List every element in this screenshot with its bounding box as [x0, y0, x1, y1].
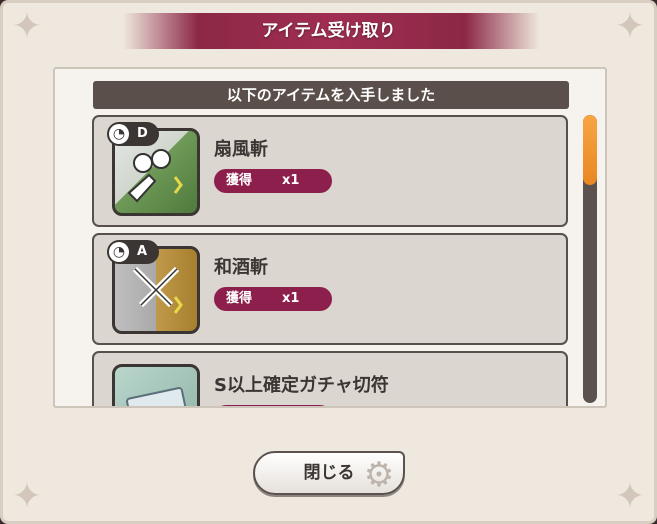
scrollbar-thumb[interactable]: [583, 115, 597, 185]
received-header: 以下のアイテムを入手しました: [93, 81, 569, 109]
item-name: 扇風斬: [214, 139, 268, 160]
item-name: 和酒斬: [214, 257, 268, 278]
close-button[interactable]: 閉じる ⚙: [253, 451, 405, 495]
gear-icon: ⚙: [363, 455, 395, 495]
corner-ornament-icon: ✦: [614, 476, 646, 517]
gacha-ticket-icon: [112, 364, 200, 406]
acquired-badge: [214, 405, 332, 406]
item-card[interactable]: ◔ D 扇風斬 獲得 x1: [92, 115, 568, 227]
item-card[interactable]: S以上確定ガチャ切符: [92, 351, 568, 406]
acquired-badge: 獲得 x1: [214, 169, 332, 193]
dialog-title: アイテム受け取り: [261, 21, 396, 41]
rank-swirl-icon: ◔: [109, 242, 129, 262]
rank-swirl-icon: ◔: [109, 124, 129, 144]
corner-ornament-icon: ✦: [11, 476, 43, 517]
rank-badge: ◔ A: [107, 240, 159, 264]
item-receive-dialog: ✦ ✦ ✦ ✦ アイテム受け取り 以下のアイテムを入手しました ◔ D 扇風斬 …: [0, 0, 657, 524]
item-card[interactable]: ◔ A 和酒斬 獲得 x1: [92, 233, 568, 345]
rank-badge: ◔ D: [107, 122, 159, 146]
item-list-panel: 以下のアイテムを入手しました ◔ D 扇風斬 獲得 x1 ◔ A 和酒斬 獲得 …: [53, 67, 607, 408]
item-name: S以上確定ガチャ切符: [214, 375, 389, 396]
scrollbar[interactable]: [583, 115, 597, 403]
acquired-badge: 獲得 x1: [214, 287, 332, 311]
